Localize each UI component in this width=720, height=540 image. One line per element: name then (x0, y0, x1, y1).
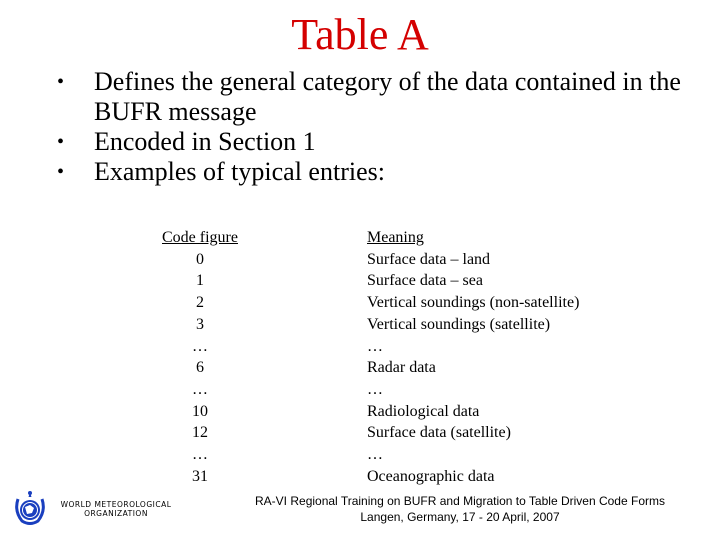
bullet-text: Encoded in Section 1 (94, 127, 316, 156)
meaning-cell: … (367, 337, 383, 355)
event-location-date: Langen, Germany, 17 - 20 April, 2007 (360, 510, 560, 524)
organization-name: WORLD METEOROLOGICAL ORGANIZATION (56, 500, 176, 518)
meaning-column: Meaning Surface data – land Surface data… (367, 227, 667, 487)
meaning-cell: Oceanographic data (367, 467, 495, 485)
meaning-cell: Surface data – sea (367, 272, 483, 290)
bullet-item: • Examples of typical entries: (57, 157, 697, 187)
bullet-text: Examples of typical entries: (94, 157, 385, 186)
bullet-text: Defines the general category of the data… (94, 67, 681, 126)
meaning-cell: Vertical soundings (satellite) (367, 315, 551, 333)
bullet-list: • Defines the general category of the da… (57, 67, 697, 187)
code-cell: 10 (192, 402, 208, 420)
bullet-item: • Defines the general category of the da… (57, 67, 697, 127)
bullet-marker: • (57, 71, 65, 93)
meaning-cell: Radar data (367, 359, 436, 377)
meaning-cell: Radiological data (367, 402, 480, 420)
meaning-cell: … (367, 380, 383, 398)
bullet-marker: • (57, 161, 65, 183)
code-figure-column: Code figure 0 1 2 3 … 6 … 10 12 … 31 (140, 227, 260, 487)
code-cell: … (192, 380, 208, 398)
bullet-item: • Encoded in Section 1 (57, 127, 697, 157)
meaning-cell: … (367, 446, 383, 464)
meaning-header: Meaning (367, 229, 424, 246)
meaning-cell: Surface data (satellite) (367, 424, 511, 442)
organization-name-line2: ORGANIZATION (84, 509, 148, 518)
code-cell: 3 (196, 315, 204, 333)
code-cell: 12 (192, 424, 208, 442)
code-figure-header: Code figure (162, 229, 238, 246)
code-cell: 0 (196, 250, 204, 268)
organization-name-line1: WORLD METEOROLOGICAL (60, 500, 172, 509)
code-cell: 2 (196, 294, 204, 312)
slide-title: Table A (291, 10, 429, 59)
meaning-cell: Vertical soundings (non-satellite) (367, 294, 580, 312)
code-cell: 6 (196, 359, 204, 377)
meaning-cell: Surface data – land (367, 250, 491, 268)
bullet-marker: • (57, 131, 65, 153)
event-footer: RA-VI Regional Training on BUFR and Migr… (230, 493, 690, 525)
event-title: RA-VI Regional Training on BUFR and Migr… (255, 494, 665, 508)
code-cell: 31 (192, 467, 208, 485)
code-cell: … (192, 337, 208, 355)
code-cell: 1 (196, 272, 204, 290)
code-cell: … (192, 446, 208, 464)
wmo-emblem-icon (15, 491, 45, 525)
